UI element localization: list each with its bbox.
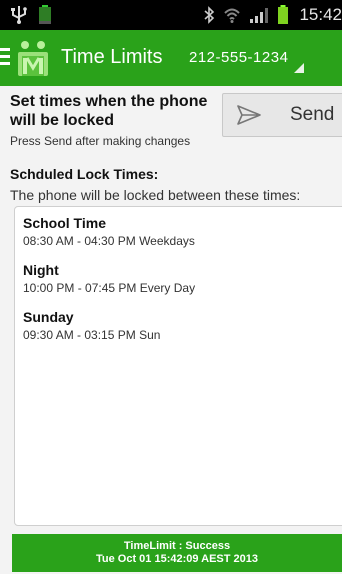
- schedule-title: Schduled Lock Times:: [10, 166, 159, 182]
- list-item[interactable]: Sunday 09:30 AM - 03:15 PM Sun: [23, 309, 160, 342]
- status-bar-right: 15:42: [203, 4, 342, 26]
- menu-icon[interactable]: [0, 48, 10, 68]
- instructions-heading: Set times when the phone will be locked: [10, 93, 208, 129]
- send-icon: [237, 105, 261, 125]
- send-button-label: Send: [290, 104, 335, 125]
- list-item-name: Sunday: [23, 309, 74, 325]
- battery-icon: [278, 5, 289, 24]
- schedule-subtitle: The phone will be locked between these t…: [10, 187, 301, 203]
- spinner-arrow-icon[interactable]: [294, 63, 304, 73]
- list-item-time: 08:30 AM - 04:30 PM Weekdays: [23, 234, 195, 248]
- list-item[interactable]: School Time 08:30 AM - 04:30 PM Weekdays: [23, 215, 195, 248]
- send-button[interactable]: Send: [222, 93, 342, 137]
- status-bar-left: [10, 4, 52, 26]
- list-item-time: 09:30 AM - 03:15 PM Sun: [23, 328, 161, 342]
- list-item-time: 10:00 PM - 07:45 PM Every Day: [23, 281, 196, 295]
- status-bar: 15:42: [0, 0, 342, 30]
- status-footer: TimeLimit : Success Tue Oct 01 15:42:09 …: [12, 534, 342, 572]
- list-item-name: School Time: [23, 215, 106, 231]
- bluetooth-icon: [204, 6, 215, 24]
- action-bar: Time Limits 212-555-1234: [0, 30, 342, 86]
- battery-icon: [39, 5, 51, 24]
- usb-icon: [11, 6, 27, 24]
- list-item[interactable]: Night 10:00 PM - 07:45 PM Every Day: [23, 262, 195, 295]
- app-logo-icon[interactable]: [13, 38, 53, 78]
- schedule-list: School Time 08:30 AM - 04:30 PM Weekdays…: [14, 206, 342, 526]
- instructions-hint: Press Send after making changes: [10, 134, 191, 148]
- page-title: Time Limits: [61, 46, 163, 68]
- footer-status-line: TimeLimit : Success: [123, 540, 231, 552]
- status-clock: 15:42: [299, 5, 342, 24]
- wifi-icon: [224, 8, 241, 23]
- footer-timestamp: Tue Oct 01 15:42:09 AEST 2013: [95, 553, 259, 565]
- list-item-name: Night: [23, 262, 59, 278]
- phone-number-selector[interactable]: 212-555-1234: [189, 49, 288, 66]
- signal-icon: [250, 8, 269, 23]
